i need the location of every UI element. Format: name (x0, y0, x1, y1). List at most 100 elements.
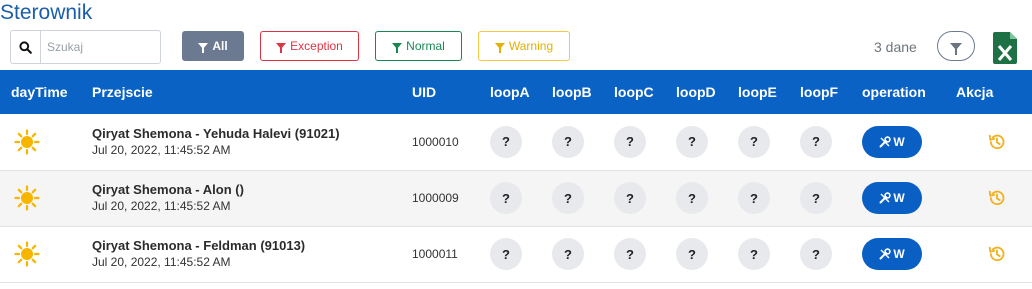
loop-status[interactable]: ? (800, 125, 832, 158)
akcja-cell (956, 170, 1032, 226)
filter-icon (392, 43, 403, 53)
operation-cell: W (862, 114, 956, 170)
sterownik-table: dayTime Przejscie UID loopA loopB loopC … (0, 70, 1032, 283)
header-loopd[interactable]: loopD (676, 70, 738, 114)
table-row[interactable]: Qiryat Shemona - Alon () Jul 20, 2022, 11… (0, 170, 1032, 226)
loop-status[interactable]: ? (614, 182, 646, 214)
akcja-cell (956, 226, 1032, 282)
loop-status[interactable]: ? (800, 238, 832, 270)
loop-status[interactable]: ? (552, 238, 584, 270)
loop-cell: ? (738, 114, 800, 170)
filter-exception-button[interactable]: Exception (260, 31, 359, 61)
filter-exception-label: Exception (290, 39, 343, 53)
daytime-cell (0, 114, 90, 170)
loop-status[interactable]: ? (490, 238, 522, 270)
loop-status[interactable]: ? (676, 182, 708, 214)
loop-status[interactable]: ? (738, 238, 770, 270)
loop-status[interactable]: ? (490, 125, 522, 158)
excel-export-icon[interactable] (993, 32, 1017, 64)
filter-icon (950, 42, 962, 55)
tools-icon (879, 136, 892, 148)
uid-cell: 1000010 (412, 134, 459, 149)
record-count: 3 dane (874, 39, 917, 55)
loop-status[interactable]: ? (614, 238, 646, 270)
operation-button[interactable]: W (862, 238, 922, 270)
loop-status[interactable]: ? (676, 125, 708, 158)
przejscie-cell: Qiryat Shemona - Yehuda Halevi (91021) Ju… (90, 114, 412, 170)
search-input[interactable] (41, 31, 159, 63)
table-header-row: dayTime Przejscie UID loopA loopB loopC … (0, 70, 1032, 114)
loop-cell: ? (800, 170, 862, 226)
loop-cell: ? (552, 226, 614, 282)
loop-cell: ? (490, 226, 552, 282)
crossing-name: Qiryat Shemona - Feldman (91013) (92, 238, 306, 253)
akcja-cell (956, 114, 1032, 170)
daytime-cell (0, 170, 90, 226)
filter-all-label: All (212, 39, 228, 53)
loop-cell: ? (614, 114, 676, 170)
header-loopc[interactable]: loopC (614, 70, 676, 114)
loop-status[interactable]: ? (800, 182, 832, 214)
loop-status[interactable]: ? (738, 182, 770, 214)
crossing-name: Qiryat Shemona - Alon () (92, 182, 244, 197)
loop-cell: ? (800, 226, 862, 282)
search-box (10, 30, 161, 64)
crossing-date: Jul 20, 2022, 11:45:52 AM (92, 255, 231, 269)
header-operation[interactable]: operation (862, 70, 956, 114)
header-loope[interactable]: loopE (738, 70, 800, 114)
przejscie-cell: Qiryat Shemona - Feldman (91013) Jul 20, … (90, 226, 412, 282)
loop-cell: ? (738, 226, 800, 282)
filter-warning-label: Warning (508, 39, 554, 53)
operation-label: W (893, 191, 905, 205)
loop-cell: ? (614, 170, 676, 226)
filter-warning-button[interactable]: Warning (478, 31, 570, 61)
operation-label: W (893, 247, 905, 261)
filter-icon (276, 43, 287, 53)
history-icon[interactable] (988, 245, 1006, 263)
loop-status[interactable]: ? (738, 125, 770, 158)
header-daytime[interactable]: dayTime (0, 70, 90, 114)
sun-icon (14, 185, 40, 211)
table-row[interactable]: Qiryat Shemona - Yehuda Halevi (91021) Ju… (0, 114, 1032, 170)
header-uid[interactable]: UID (412, 70, 490, 114)
loop-status[interactable]: ? (676, 238, 708, 270)
history-icon[interactable] (988, 133, 1006, 151)
filter-all-button[interactable]: All (182, 31, 244, 61)
filter-icon (198, 43, 209, 53)
operation-label: W (893, 134, 905, 149)
loop-cell: ? (490, 114, 552, 170)
loop-cell: ? (552, 114, 614, 170)
sun-icon (14, 129, 40, 155)
operation-cell: W (862, 170, 956, 226)
advanced-filter-button[interactable] (937, 31, 975, 61)
filter-normal-button[interactable]: Normal (375, 31, 462, 61)
loop-status[interactable]: ? (552, 182, 584, 214)
loop-status[interactable]: ? (490, 182, 522, 214)
daytime-cell (0, 226, 90, 282)
header-loopf[interactable]: loopF (800, 70, 862, 114)
table-row[interactable]: Qiryat Shemona - Feldman (91013) Jul 20, … (0, 226, 1032, 282)
operation-button[interactable]: W (862, 182, 922, 214)
uid-cell: 1000009 (412, 191, 459, 205)
tools-icon (879, 192, 892, 204)
przejscie-cell: Qiryat Shemona - Alon () Jul 20, 2022, 11… (90, 170, 412, 226)
search-icon[interactable] (11, 31, 41, 63)
filter-normal-label: Normal (406, 39, 445, 53)
loop-cell: ? (800, 114, 862, 170)
loop-status[interactable]: ? (552, 125, 584, 158)
page-title: Sterownik (0, 1, 93, 24)
history-icon[interactable] (988, 189, 1006, 207)
operation-button[interactable]: W (862, 125, 922, 158)
loop-cell: ? (552, 170, 614, 226)
loop-cell: ? (614, 226, 676, 282)
header-akcja: Akcja (956, 84, 994, 100)
header-loopb[interactable]: loopB (552, 70, 614, 114)
loop-cell: ? (738, 170, 800, 226)
loop-cell: ? (490, 170, 552, 226)
loop-cell: ? (676, 170, 738, 226)
loop-status[interactable]: ? (614, 125, 646, 158)
operation-cell: W (862, 226, 956, 282)
header-przejscie[interactable]: Przejscie (90, 70, 412, 114)
crossing-name: Qiryat Shemona - Yehuda Halevi (91021) (92, 125, 340, 141)
header-loopa[interactable]: loopA (490, 70, 552, 114)
